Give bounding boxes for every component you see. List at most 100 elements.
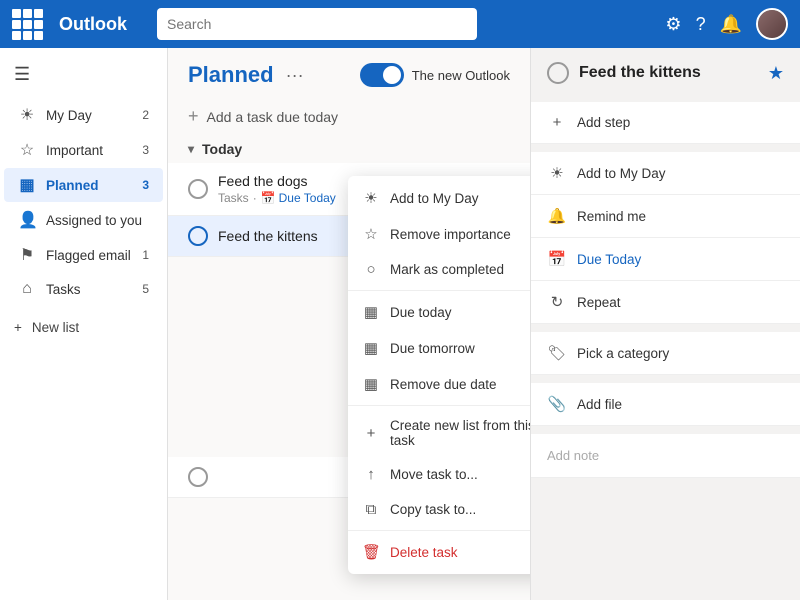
rp-add-step[interactable]: + Add step — [531, 102, 800, 144]
search-bar[interactable] — [157, 8, 477, 40]
sidebar-label-assigned: Assigned to you — [46, 213, 142, 228]
content-more-icon[interactable]: ··· — [286, 65, 304, 86]
ctx-due-today-label: Due today — [390, 305, 452, 320]
flag-icon: ⚑ — [18, 245, 36, 265]
hamburger-icon[interactable]: ☰ — [0, 56, 167, 97]
app-title: Outlook — [59, 14, 127, 35]
rp-calendar-icon: 📅 — [547, 250, 567, 268]
rp-sun-icon: ☀ — [547, 164, 567, 182]
rp-due-today[interactable]: 📅 Due Today — [531, 238, 800, 281]
rp-repeat-label: Repeat — [577, 295, 621, 310]
sidebar-label-important: Important — [46, 143, 103, 158]
rp-category[interactable]: 🏷 Pick a category — [531, 332, 800, 375]
toggle-label: The new Outlook — [412, 68, 510, 83]
ctx-delete-task-label: Delete task — [390, 545, 458, 560]
ctx-trash-icon: 🗑 — [362, 543, 380, 561]
ctx-calendar-today-icon: ▦ — [362, 303, 380, 321]
sidebar-count-planned: 3 — [142, 178, 149, 192]
main-layout: ☰ ☀ My Day 2 ☆ Important 3 ▦ Planned 3 👤… — [0, 48, 800, 600]
ctx-due-tomorrow-label: Due tomorrow — [390, 341, 475, 356]
add-task-bar[interactable]: + Add a task due today — [168, 98, 530, 135]
rp-due-label: Due Today — [577, 252, 641, 267]
add-task-label: Add a task due today — [207, 109, 339, 125]
sidebar-item-tasks[interactable]: ⌂ Tasks 5 — [4, 273, 163, 305]
sidebar-label-my-day: My Day — [46, 108, 92, 123]
context-menu: ☀ Add to My Day ☆ Remove importance ○ Ma… — [348, 176, 530, 574]
rp-repeat-icon: ↻ — [547, 293, 567, 311]
rp-add-my-day-label: Add to My Day — [577, 166, 666, 181]
topbar: Outlook ⚙ ? 🔔 — [0, 0, 800, 48]
rp-paperclip-icon: 📎 — [547, 395, 567, 413]
ctx-mark-completed[interactable]: ○ Mark as completed — [348, 252, 530, 287]
sidebar-count-important: 3 — [142, 143, 149, 157]
sidebar-count-flagged: 1 — [142, 248, 149, 262]
sun-icon: ☀ — [18, 105, 36, 125]
rp-remind-me[interactable]: 🔔 Remind me — [531, 195, 800, 238]
rp-gap-5 — [531, 426, 800, 434]
tasks-icon: ⌂ — [18, 280, 36, 298]
sidebar: ☰ ☀ My Day 2 ☆ Important 3 ▦ Planned 3 👤… — [0, 48, 168, 600]
settings-icon[interactable]: ⚙ — [665, 14, 681, 35]
ctx-create-list-label: Create new list from this task — [390, 418, 530, 448]
ctx-mark-completed-label: Mark as completed — [390, 262, 504, 277]
task-circle-3[interactable] — [188, 467, 208, 487]
section-today-header[interactable]: ▾ Today — [168, 135, 530, 163]
section-today-label: Today — [202, 141, 242, 157]
ctx-remove-due-date[interactable]: ▦ Remove due date — [348, 366, 530, 402]
avatar[interactable] — [756, 8, 788, 40]
ctx-divider-2 — [348, 405, 530, 406]
ctx-copy-task-label: Copy task to... — [390, 502, 476, 517]
new-outlook-toggle[interactable] — [360, 63, 404, 87]
ctx-due-today[interactable]: ▦ Due today — [348, 294, 530, 330]
sidebar-label-tasks: Tasks — [46, 282, 81, 297]
task-circle-1[interactable] — [188, 179, 208, 199]
rp-note-area[interactable]: Add note — [531, 434, 800, 478]
new-list-label: New list — [32, 320, 79, 335]
search-input[interactable] — [167, 16, 467, 32]
ctx-due-tomorrow[interactable]: ▦ Due tomorrow — [348, 330, 530, 366]
ctx-calendar-tomorrow-icon: ▦ — [362, 339, 380, 357]
rp-category-label: Pick a category — [577, 346, 669, 361]
task-circle-2[interactable] — [188, 226, 208, 246]
rp-add-step-label: Add step — [577, 115, 630, 130]
ctx-delete-task[interactable]: 🗑 Delete task — [348, 534, 530, 570]
sidebar-item-assigned[interactable]: 👤 Assigned to you — [4, 203, 163, 237]
rp-add-my-day[interactable]: ☀ Add to My Day — [531, 152, 800, 195]
sidebar-count-my-day: 2 — [142, 108, 149, 122]
rp-header: Feed the kittens ★ — [531, 48, 800, 94]
rp-repeat[interactable]: ↻ Repeat — [531, 281, 800, 324]
ctx-create-new-list[interactable]: + Create new list from this task — [348, 409, 530, 457]
add-task-plus-icon: + — [188, 106, 199, 127]
ctx-divider-1 — [348, 290, 530, 291]
rp-add-file[interactable]: 📎 Add file — [531, 383, 800, 426]
content-title: Planned — [188, 62, 274, 88]
new-list-plus-icon: + — [14, 320, 22, 335]
rp-gap-1 — [531, 94, 800, 102]
ctx-divider-3 — [348, 530, 530, 531]
chevron-down-icon: ▾ — [188, 142, 194, 156]
rp-gap-2 — [531, 144, 800, 152]
apps-grid-icon[interactable] — [12, 9, 43, 40]
ctx-remove-importance[interactable]: ☆ Remove importance — [348, 216, 530, 252]
sidebar-item-my-day[interactable]: ☀ My Day 2 — [4, 98, 163, 132]
ctx-calendar-remove-icon: ▦ — [362, 375, 380, 393]
sidebar-item-flagged[interactable]: ⚑ Flagged email 1 — [4, 238, 163, 272]
ctx-move-task[interactable]: ↑ Move task to... › — [348, 457, 530, 492]
notification-icon[interactable]: 🔔 — [720, 14, 742, 35]
sidebar-item-important[interactable]: ☆ Important 3 — [4, 133, 163, 167]
sidebar-label-flagged: Flagged email — [46, 248, 131, 263]
sidebar-item-planned[interactable]: ▦ Planned 3 — [4, 168, 163, 202]
rp-remind-label: Remind me — [577, 209, 646, 224]
calendar-icon-1: 📅 — [261, 191, 276, 205]
ctx-star-icon: ☆ — [362, 225, 380, 243]
toggle-container: The new Outlook — [360, 63, 510, 87]
rp-task-circle[interactable] — [547, 62, 569, 84]
ctx-add-to-my-day[interactable]: ☀ Add to My Day — [348, 180, 530, 216]
rp-plus-icon: + — [547, 114, 567, 131]
help-icon[interactable]: ? — [696, 14, 706, 35]
new-list-button[interactable]: + New list — [0, 313, 167, 342]
ctx-copy-task[interactable]: ⧉ Copy task to... › — [348, 492, 530, 527]
rp-task-title: Feed the kittens — [579, 64, 758, 82]
rp-bell-icon: 🔔 — [547, 207, 567, 225]
rp-star-icon[interactable]: ★ — [768, 63, 784, 84]
